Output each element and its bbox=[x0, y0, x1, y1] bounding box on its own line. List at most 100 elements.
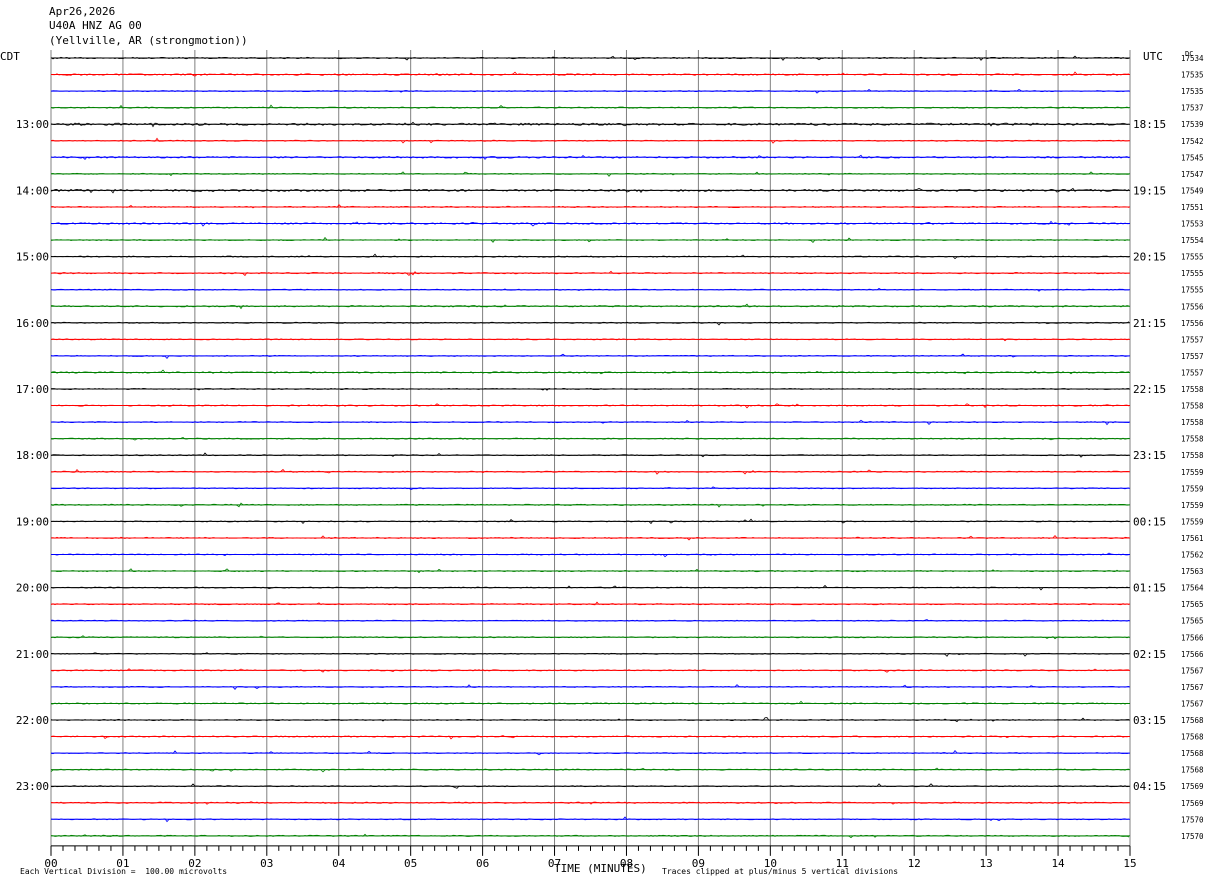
utc-time-label: 23:15 bbox=[1133, 449, 1166, 462]
trace-noise bbox=[50, 468, 1130, 475]
cdt-time-label: 19:00 bbox=[16, 515, 49, 528]
dc-value-label: 17568 bbox=[1181, 766, 1204, 775]
x-axis-title: TIME (MINUTES) bbox=[554, 862, 647, 875]
dc-value-label: 17559 bbox=[1181, 501, 1204, 510]
utc-time-label: 21:15 bbox=[1133, 317, 1166, 330]
x-tick-label: 13 bbox=[980, 857, 993, 870]
dc-value-label: 17567 bbox=[1181, 666, 1204, 675]
dc-value-label: 17568 bbox=[1181, 716, 1204, 725]
utc-time-label: 00:15 bbox=[1133, 515, 1166, 528]
trace-noise bbox=[50, 452, 1130, 458]
utc-time-label: 01:15 bbox=[1133, 582, 1166, 595]
x-tick-label: 06 bbox=[476, 857, 489, 870]
utc-time-label: 03:15 bbox=[1133, 714, 1166, 727]
trace-noise bbox=[50, 783, 1130, 789]
trace-noise bbox=[50, 55, 1130, 61]
trace-noise bbox=[50, 833, 1130, 839]
dc-value-label: 17557 bbox=[1181, 352, 1204, 361]
dc-value-label: 17559 bbox=[1181, 468, 1204, 477]
dc-value-label: 17556 bbox=[1181, 319, 1204, 328]
trace-noise bbox=[50, 535, 1130, 541]
trace-noise bbox=[50, 220, 1130, 227]
dc-value-label: 17558 bbox=[1181, 402, 1204, 411]
utc-time-label: 22:15 bbox=[1133, 383, 1166, 396]
trace-noise bbox=[50, 171, 1130, 177]
dc-value-label: 17564 bbox=[1181, 584, 1204, 593]
minute-grid bbox=[50, 50, 1131, 856]
dc-value-label: 17553 bbox=[1181, 220, 1204, 229]
dc-value-label: 17569 bbox=[1181, 782, 1204, 791]
trace-noise bbox=[50, 684, 1130, 690]
dc-value-label: 17558 bbox=[1181, 435, 1204, 444]
dc-value-label: 17559 bbox=[1181, 517, 1204, 526]
dc-value-label: 17556 bbox=[1181, 302, 1204, 311]
dc-value-label: 17551 bbox=[1181, 203, 1204, 212]
trace-layer bbox=[50, 55, 1130, 839]
dc-value-label: 17554 bbox=[1181, 236, 1204, 245]
dc-value-label: 17559 bbox=[1181, 484, 1204, 493]
dc-value-label: 17555 bbox=[1181, 269, 1204, 278]
cdt-time-label: 14:00 bbox=[16, 184, 49, 197]
dc-value-label: 17565 bbox=[1181, 617, 1204, 626]
header-location: (Yellville, AR (strongmotion)) bbox=[49, 34, 248, 47]
dc-value-label: 17563 bbox=[1181, 567, 1204, 576]
trace-noise bbox=[50, 88, 1130, 94]
dc-value-label: 17558 bbox=[1181, 451, 1204, 460]
header-station: U40A HNZ AG 00 bbox=[49, 19, 142, 32]
trace-noise bbox=[50, 652, 1130, 657]
dc-value-label: 17570 bbox=[1181, 815, 1204, 824]
dc-value-label: 17567 bbox=[1181, 683, 1204, 692]
dc-value-label: 17535 bbox=[1181, 87, 1204, 96]
cdt-time-label: 16:00 bbox=[16, 317, 49, 330]
trace-noise bbox=[50, 436, 1130, 441]
trace-noise bbox=[50, 668, 1130, 673]
utc-time-label: 20:15 bbox=[1133, 251, 1166, 264]
x-tick-label: 04 bbox=[332, 857, 346, 870]
dc-value-label: 17555 bbox=[1181, 253, 1204, 262]
helicorder-chart: 00 01 02 03 04 05 06 07 08 09 10 11 12 13 14 1517534175… bbox=[16, 50, 1204, 870]
x-tick-label: 12 bbox=[908, 857, 921, 870]
dc-value-label: 17557 bbox=[1181, 335, 1204, 344]
cdt-time-label: 13:00 bbox=[16, 118, 49, 131]
dc-value-label: 17545 bbox=[1181, 153, 1204, 162]
cdt-time-label: 20:00 bbox=[16, 582, 49, 595]
dc-value-label: 17566 bbox=[1181, 633, 1204, 642]
label-layer: 00 01 02 03 04 05 06 07 08 09 10 11 12 13 14 1517534175… bbox=[16, 54, 1204, 870]
dc-value-label: 17561 bbox=[1181, 534, 1204, 543]
utc-time-label: 18:15 bbox=[1133, 118, 1166, 131]
trace-noise bbox=[50, 486, 1130, 490]
dc-value-label: 17549 bbox=[1181, 186, 1204, 195]
dc-value-label: 17555 bbox=[1181, 286, 1204, 295]
dc-value-label: 17567 bbox=[1181, 699, 1204, 708]
trace-noise bbox=[50, 735, 1130, 740]
dc-value-label: 17562 bbox=[1181, 551, 1204, 560]
dc-value-label: 17569 bbox=[1181, 799, 1204, 808]
header-date: Apr26,2026 bbox=[49, 5, 116, 18]
dc-value-label: 17568 bbox=[1181, 749, 1204, 758]
cdt-time-label: 22:00 bbox=[16, 714, 49, 727]
trace-noise bbox=[50, 321, 1130, 326]
utc-time-label: 02:15 bbox=[1133, 648, 1166, 661]
cdt-time-label: 17:00 bbox=[16, 383, 49, 396]
left-axis-label: CDT bbox=[0, 50, 20, 63]
dc-value-label: 17537 bbox=[1181, 104, 1204, 113]
x-tick-label: 15 bbox=[1123, 857, 1136, 870]
dc-value-label: 17557 bbox=[1181, 368, 1204, 377]
utc-time-label: 19:15 bbox=[1133, 184, 1166, 197]
dc-value-label: 17547 bbox=[1181, 170, 1204, 179]
dc-value-label: 17565 bbox=[1181, 600, 1204, 609]
trace-noise bbox=[50, 584, 1130, 591]
dc-value-label: 17539 bbox=[1181, 120, 1204, 129]
cdt-time-label: 15:00 bbox=[16, 251, 49, 264]
dc-value-label: 17535 bbox=[1181, 71, 1204, 80]
x-tick-label: 14 bbox=[1051, 857, 1065, 870]
dc-value-label: 17558 bbox=[1181, 418, 1204, 427]
footer-scale-note: Each Vertical Division = 100.00 microvol… bbox=[20, 867, 228, 876]
cdt-time-label: 21:00 bbox=[16, 648, 49, 661]
dc-value-label: 17570 bbox=[1181, 832, 1204, 841]
cdt-time-label: 23:00 bbox=[16, 780, 49, 793]
trace-noise bbox=[50, 253, 1130, 260]
dc-value-label: 17568 bbox=[1181, 733, 1204, 742]
dc-value-label: 17558 bbox=[1181, 385, 1204, 394]
right-axis-label: UTC bbox=[1143, 50, 1163, 63]
